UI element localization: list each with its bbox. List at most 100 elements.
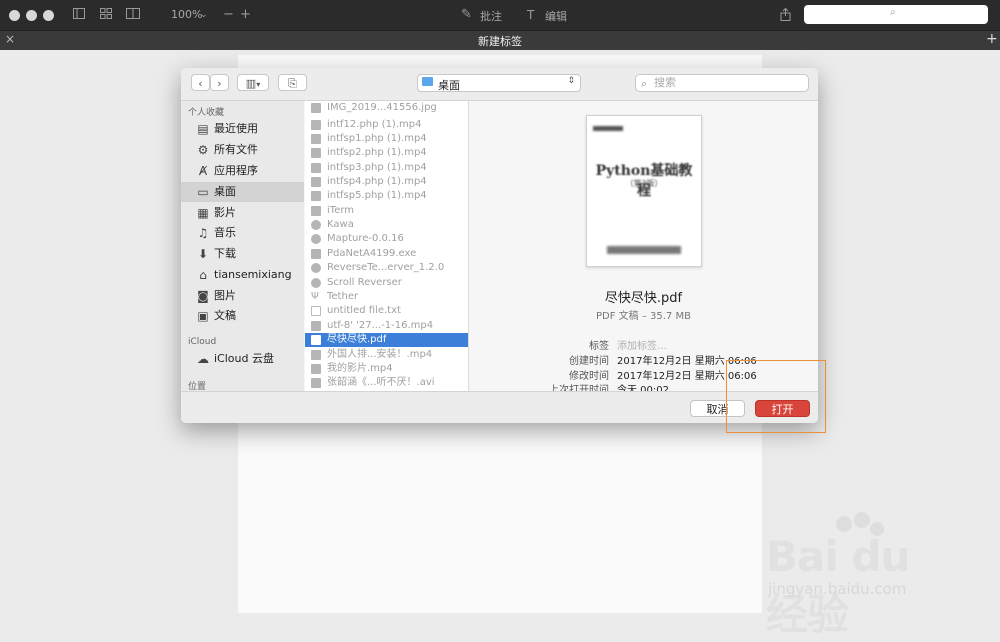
zoom-window-button[interactable] bbox=[43, 10, 54, 21]
sidebar-item-downloads[interactable]: ⬇ 下载 bbox=[181, 244, 304, 264]
list-item[interactable]: intfsp2.php (1).mp4 bbox=[305, 146, 468, 160]
camera-icon: ◙ bbox=[197, 289, 209, 303]
grid-view-icon[interactable] bbox=[100, 8, 112, 23]
view-mode-button[interactable]: ▥▾ bbox=[237, 74, 269, 91]
zoom-out-icon[interactable]: − bbox=[223, 8, 234, 22]
file-icon bbox=[311, 249, 321, 259]
video-file-icon bbox=[311, 120, 321, 130]
zoom-in-icon[interactable]: + bbox=[240, 8, 251, 22]
list-item[interactable]: utf-8' '27...-1-16.mp4 bbox=[305, 319, 468, 333]
gear-icon: ⚙ bbox=[197, 143, 209, 157]
locations-header: 位置 bbox=[188, 382, 207, 391]
list-item[interactable]: intf12.php (1).mp4 bbox=[305, 118, 468, 132]
list-item[interactable]: intfsp5.php (1).mp4 bbox=[305, 189, 468, 203]
video-file-icon bbox=[311, 163, 321, 173]
preview-file-name: 尽快尽快.pdf bbox=[604, 291, 683, 306]
list-item[interactable]: Kawa bbox=[305, 218, 468, 232]
open-file-dialog: ‹ › ▥▾ ⎘ 桌面 ⇕ ⌕ 搜索 个人收藏 ▤ 最近使用 ⚙ 所有文件 Ⱥ bbox=[181, 68, 818, 423]
desktop-icon: ▭ bbox=[197, 185, 209, 199]
sidebar-item-pictures[interactable]: ◙ 图片 bbox=[181, 286, 304, 306]
list-item[interactable]: PdaNetA4199.exe bbox=[305, 247, 468, 261]
file-list: IMG_2019...41556.jpg intf12.php (1).mp4 … bbox=[305, 101, 469, 391]
text-file-icon bbox=[311, 306, 321, 316]
list-item[interactable]: intfsp4.php (1).mp4 bbox=[305, 175, 468, 189]
video-file-icon bbox=[311, 350, 321, 360]
edit-button[interactable]: 编辑 bbox=[545, 8, 567, 24]
app-icon bbox=[311, 263, 321, 273]
cloud-icon: ☁ bbox=[197, 352, 209, 366]
video-file-icon bbox=[311, 378, 321, 388]
pdf-thumbnail: Python基础教程 （第3版） bbox=[586, 115, 702, 267]
list-item[interactable]: 张韶涵《...听不厌！.avi bbox=[305, 376, 468, 390]
back-button[interactable]: ‹ bbox=[191, 74, 210, 91]
sidebar-item-desktop[interactable]: ▭ 桌面 bbox=[181, 182, 304, 202]
info-key-tags: 标签 bbox=[589, 341, 609, 352]
list-item[interactable]: IMG_2019...41556.jpg bbox=[305, 101, 468, 115]
list-item[interactable]: intfsp1.php (1).mp4 bbox=[305, 132, 468, 146]
sidebar-item-label: 影片 bbox=[214, 206, 236, 219]
icloud-header: iCloud bbox=[188, 337, 217, 347]
sidebar-item-all-files[interactable]: ⚙ 所有文件 bbox=[181, 140, 304, 160]
sidebar-item-applications[interactable]: Ⱥ 应用程序 bbox=[181, 161, 304, 181]
sidebar-item-icloud-drive[interactable]: ☁ iCloud 云盘 bbox=[181, 349, 304, 369]
list-item[interactable]: intfsp3.php (1).mp4 bbox=[305, 161, 468, 175]
search-icon: ⌕ bbox=[641, 77, 648, 90]
chevron-down-icon[interactable]: ⌄ bbox=[200, 8, 208, 22]
sidebar-item-label: 桌面 bbox=[214, 185, 236, 198]
share-icon[interactable] bbox=[780, 7, 791, 25]
dialog-toolbar: ‹ › ▥▾ ⎘ 桌面 ⇕ ⌕ 搜索 bbox=[181, 68, 818, 101]
video-file-icon bbox=[311, 134, 321, 144]
new-folder-icon: ⎘ bbox=[288, 77, 297, 90]
location-select[interactable]: 桌面 ⇕ bbox=[417, 74, 581, 92]
zoom-level[interactable]: 100% bbox=[171, 8, 202, 21]
app-icon bbox=[311, 234, 321, 244]
sidebar-item-documents[interactable]: ▣ 文稿 bbox=[181, 306, 304, 326]
info-key-created: 创建时间 bbox=[569, 356, 609, 367]
dialog-footer: 取消 打开 bbox=[181, 391, 818, 423]
sidebar-toggle-icon[interactable] bbox=[73, 8, 85, 23]
forward-button[interactable]: › bbox=[210, 74, 229, 91]
new-tab-icon[interactable]: + bbox=[986, 31, 998, 47]
baidu-watermark: Bai du 经验 jingyan.baidu.com bbox=[758, 510, 958, 639]
list-item[interactable]: 我的影片.mp4 bbox=[305, 362, 468, 376]
tab-bar: × 新建标签 + bbox=[0, 30, 1000, 50]
favorites-header: 个人收藏 bbox=[188, 108, 225, 118]
app-icon bbox=[311, 206, 321, 216]
list-item[interactable]: 外国人排...安装！.mp4 bbox=[305, 348, 468, 362]
home-icon: ⌂ bbox=[199, 268, 207, 282]
close-window-button[interactable] bbox=[9, 10, 20, 21]
thumbnail-edition: （第3版） bbox=[625, 179, 663, 188]
list-item[interactable]: ReverseTe...erver_1.2.0 bbox=[305, 261, 468, 275]
search-placeholder: 搜索 bbox=[654, 76, 676, 89]
minimize-window-button[interactable] bbox=[26, 10, 37, 21]
highlight-box bbox=[726, 360, 826, 433]
preview-file-meta: PDF 文稿 – 35.7 MB bbox=[596, 311, 691, 322]
two-page-view-icon[interactable] bbox=[126, 8, 140, 23]
search-icon: ⌕ bbox=[890, 7, 896, 18]
annotate-button[interactable]: 批注 bbox=[480, 8, 502, 24]
list-item[interactable]: iTerm bbox=[305, 204, 468, 218]
dialog-sidebar: 个人收藏 ▤ 最近使用 ⚙ 所有文件 Ⱥ 应用程序 ▭ 桌面 ▦ 影片 ♫ 音乐… bbox=[181, 101, 304, 391]
list-item[interactable]: Ψ Tether bbox=[305, 290, 468, 304]
applications-icon: Ⱥ bbox=[198, 164, 208, 178]
sidebar-item-movies[interactable]: ▦ 影片 bbox=[181, 203, 304, 223]
add-tags-field[interactable]: 添加标签… bbox=[617, 337, 667, 352]
dialog-search-field[interactable]: ⌕ 搜索 bbox=[635, 74, 809, 92]
video-file-icon bbox=[311, 364, 321, 374]
tab-title[interactable]: 新建标签 bbox=[0, 33, 1000, 49]
image-file-icon bbox=[311, 103, 321, 113]
list-item[interactable]: untitled file.txt bbox=[305, 304, 468, 318]
chevron-down-icon: ▾ bbox=[256, 80, 261, 89]
list-item-selected[interactable]: 尽快尽快.pdf bbox=[305, 333, 468, 347]
sidebar-item-label: 图片 bbox=[214, 289, 236, 302]
new-folder-button[interactable]: ⎘ bbox=[278, 74, 307, 91]
toolbar-search-field[interactable]: ⌕ bbox=[804, 5, 988, 24]
sidebar-item-recent[interactable]: ▤ 最近使用 bbox=[181, 119, 304, 139]
sidebar-item-home[interactable]: ⌂ tiansemixiang bbox=[181, 265, 304, 285]
sidebar-item-music[interactable]: ♫ 音乐 bbox=[181, 223, 304, 243]
list-item[interactable]: Mapture-0.0.16 bbox=[305, 232, 468, 246]
list-item[interactable]: Scroll Reverser bbox=[305, 276, 468, 290]
columns-view-icon: ▥ bbox=[245, 77, 257, 90]
sidebar-item-label: 所有文件 bbox=[214, 143, 258, 156]
info-key-modified: 修改时间 bbox=[569, 371, 609, 382]
